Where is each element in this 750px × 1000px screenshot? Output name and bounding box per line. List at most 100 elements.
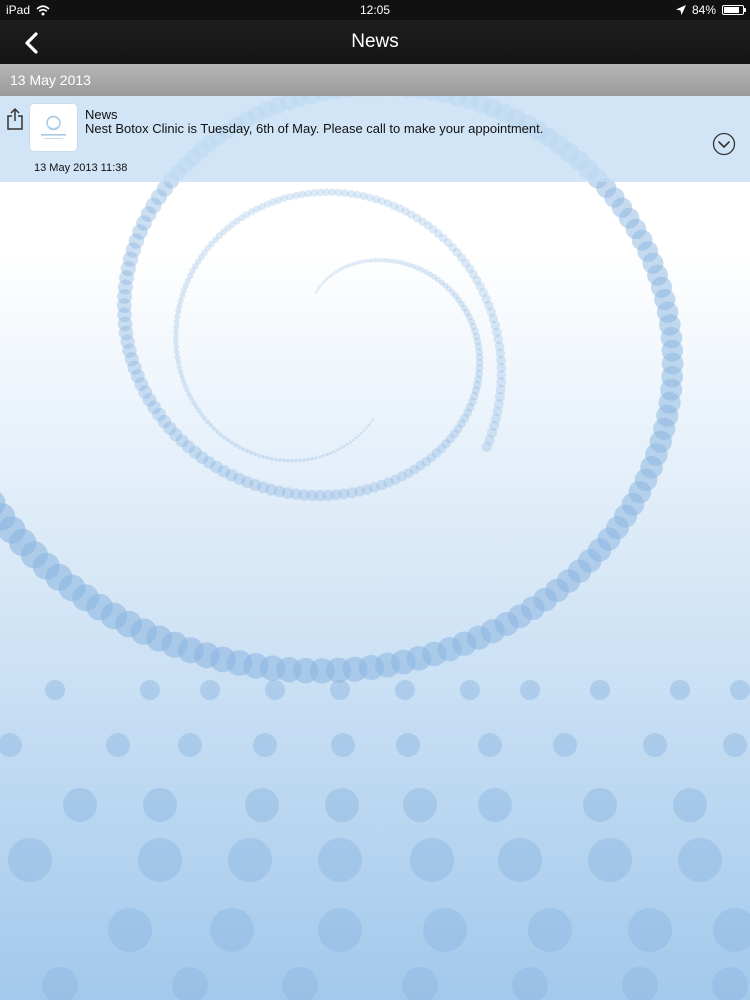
- status-bar: iPad 12:05 84%: [0, 0, 750, 20]
- background-dot: [318, 455, 322, 459]
- background-dot: [173, 329, 179, 335]
- background-dot: [377, 257, 383, 263]
- chevron-down-circle-icon[interactable]: [712, 132, 736, 156]
- background-dot: [210, 908, 254, 952]
- background-dot: [229, 440, 234, 445]
- background-dot: [385, 258, 391, 263]
- background-dot: [325, 277, 328, 281]
- background-dot: [184, 387, 190, 393]
- background-dot: [498, 838, 542, 882]
- background-dot: [396, 733, 420, 757]
- background-dot: [410, 838, 454, 882]
- background-dot: [678, 838, 722, 882]
- background-dot: [306, 457, 310, 462]
- share-icon[interactable]: [6, 108, 24, 130]
- background-dot: [528, 908, 572, 952]
- background-dot: [318, 908, 362, 952]
- clinic-logo-icon: [41, 115, 66, 139]
- background-dot: [583, 788, 617, 822]
- background-dot: [173, 344, 179, 351]
- background-dot: [143, 788, 177, 822]
- news-title: News: [85, 107, 118, 122]
- background-dot: [590, 680, 610, 700]
- background-dot: [340, 266, 345, 271]
- background-dot: [233, 442, 238, 448]
- background-dot: [211, 426, 217, 431]
- background-dot: [222, 435, 227, 440]
- background-dot: [367, 423, 370, 427]
- background-dot: [369, 258, 374, 263]
- background-dot: [321, 454, 326, 458]
- background-dot: [336, 448, 340, 452]
- background-dot: [179, 373, 185, 380]
- background-dot: [108, 908, 152, 952]
- background-dot: [360, 431, 363, 435]
- background-dot: [394, 259, 399, 265]
- background-dot: [423, 908, 467, 952]
- battery-percent: 84%: [691, 3, 716, 17]
- background-dot: [63, 788, 97, 822]
- background-dot: [273, 457, 278, 462]
- background-dot: [670, 680, 690, 700]
- background-dot: [673, 788, 707, 822]
- background-dot: [215, 429, 220, 435]
- background-dot: [257, 453, 262, 458]
- background-dot: [325, 452, 329, 457]
- background-dot: [173, 323, 180, 330]
- background-dot: [245, 448, 250, 454]
- background-dot: [643, 733, 667, 757]
- background-dot: [345, 443, 349, 446]
- background-dot: [723, 733, 747, 757]
- background-dot: [200, 680, 220, 700]
- background-dot: [173, 349, 180, 356]
- background-dot: [302, 458, 307, 462]
- background-dot: [178, 733, 202, 757]
- news-timestamp: 13 May 2013 11:38: [34, 162, 128, 174]
- background-dot: [628, 908, 672, 952]
- background-dot: [373, 257, 378, 263]
- background-dot: [180, 378, 187, 384]
- background-dot: [325, 788, 359, 822]
- background-dot: [225, 437, 231, 443]
- background-dot: [365, 426, 368, 430]
- background-dot: [286, 458, 290, 463]
- background-dot: [241, 447, 246, 452]
- background-dot: [45, 680, 65, 700]
- news-thumbnail: [30, 104, 77, 151]
- navigation-bar: News: [0, 20, 750, 64]
- background-dot: [354, 436, 358, 440]
- background-dot: [330, 680, 350, 700]
- date-section-label: 13 May 2013: [10, 72, 91, 88]
- background-dot: [317, 286, 321, 290]
- background-dot: [8, 838, 52, 882]
- background-dot: [177, 297, 184, 304]
- background-dot: [173, 318, 180, 325]
- background-dot: [730, 680, 750, 700]
- background-dot: [265, 680, 285, 700]
- battery-icon: [722, 5, 746, 15]
- background-dot: [282, 458, 286, 463]
- background-dot: [478, 788, 512, 822]
- background-dot: [369, 421, 372, 424]
- background-dot: [344, 264, 348, 269]
- background-dot: [310, 457, 314, 461]
- background-dot: [395, 680, 415, 700]
- background-dot: [278, 458, 282, 462]
- background-dot: [176, 303, 183, 310]
- background-dot: [342, 444, 346, 448]
- battery-fill: [724, 7, 740, 13]
- background-dot: [478, 733, 502, 757]
- background-dot: [389, 258, 395, 264]
- background-dot: [520, 680, 540, 700]
- background-dot: [371, 418, 374, 421]
- background-dot: [357, 434, 361, 437]
- background-dot: [138, 838, 182, 882]
- background-dot: [588, 838, 632, 882]
- background-dot: [316, 289, 319, 292]
- background-dot: [381, 257, 387, 263]
- background-dot: [332, 271, 336, 275]
- background-dot: [460, 680, 480, 700]
- news-list-item[interactable]: News Nest Botox Clinic is Tuesday, 6th o…: [0, 96, 750, 182]
- location-arrow-icon: [675, 5, 686, 15]
- background-dot: [245, 788, 279, 822]
